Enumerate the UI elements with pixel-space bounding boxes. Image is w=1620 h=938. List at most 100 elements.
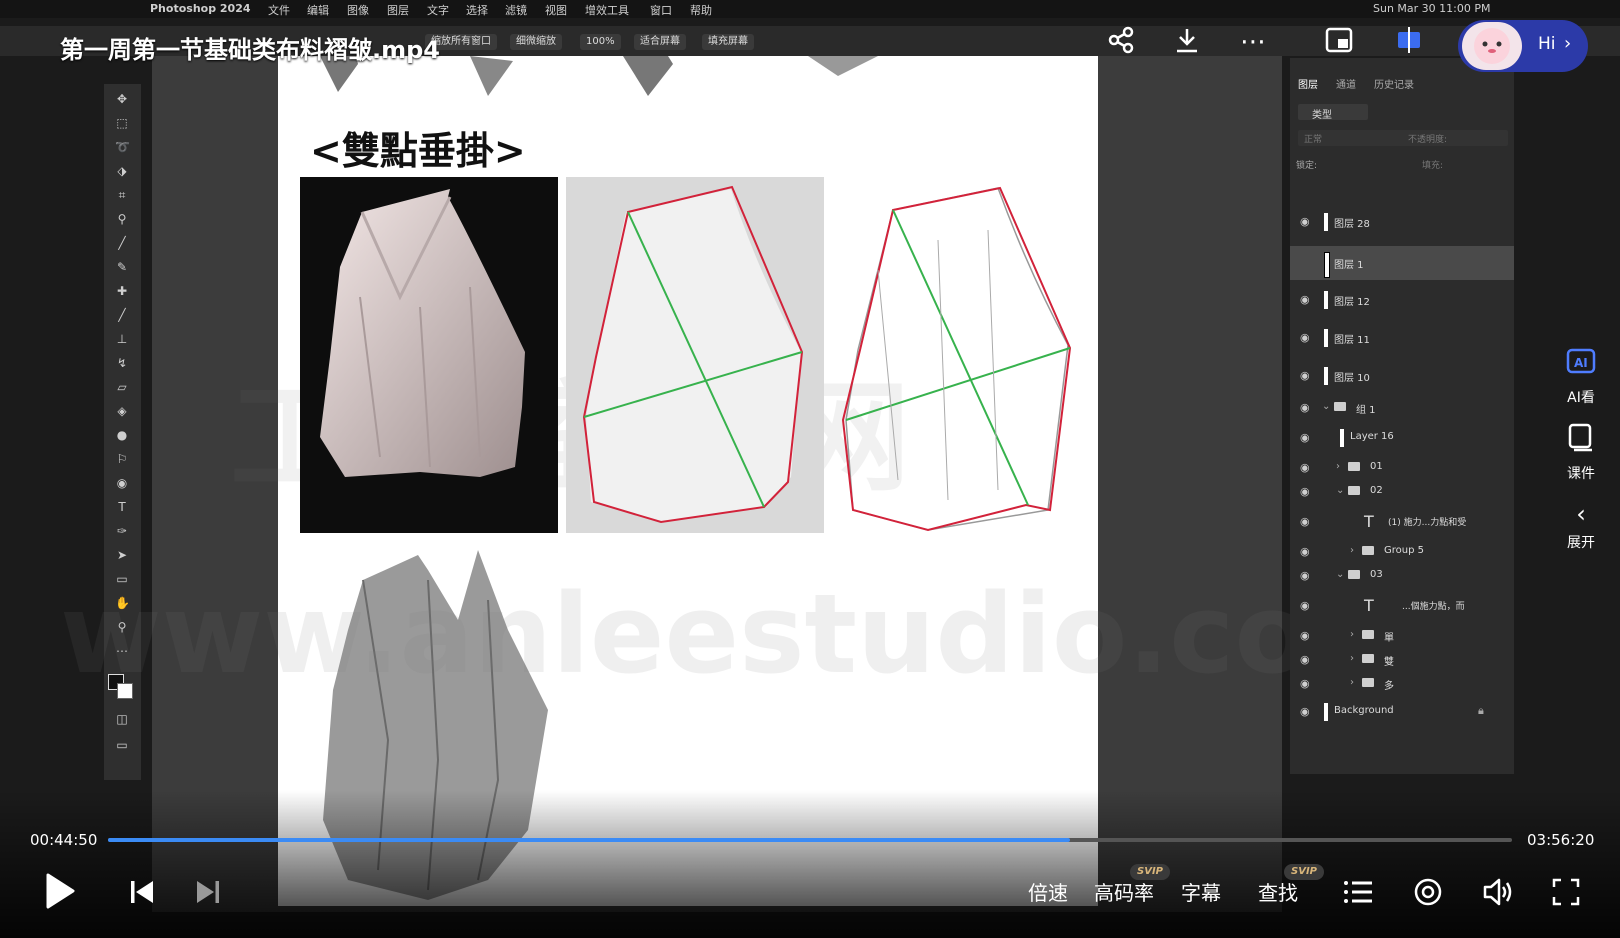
danmaku-icon[interactable] [1410,872,1446,912]
text-layer-row[interactable]: ◉ T ...個施力點，而 [1290,594,1514,618]
chevron-right-icon[interactable]: › [1350,629,1354,640]
menu-item: 滤镜 [505,4,527,17]
eye-icon[interactable]: ◉ [1300,569,1310,582]
app-name: Photoshop 2024 [150,2,251,15]
lock-label: 锁定: [1296,161,1318,171]
eye-icon[interactable]: ◉ [1300,431,1310,444]
side-ai-watch[interactable]: AI AI看 [1550,348,1612,407]
more-icon[interactable]: ⋯ [1236,26,1270,58]
chevron-left-icon: ‹ [1576,500,1586,528]
ai-watch-icon: AI [1550,348,1612,383]
eye-icon[interactable]: ◉ [1300,331,1310,344]
group-row[interactable]: ◉ › 雙 [1290,648,1514,672]
eye-icon[interactable]: ◉ [1300,677,1310,690]
search-button[interactable]: 查找 [1258,877,1298,906]
chevron-down-icon[interactable]: ⌄ [1336,569,1344,580]
eye-icon[interactable]: ◉ [1300,653,1310,666]
eyedropper-tool-icon: ⚲ [117,212,127,226]
layer-row[interactable]: ◉ 图层 11 [1290,326,1514,350]
group-row[interactable]: ◉ ⌄ 03 [1290,564,1514,588]
progress-fill [108,838,1070,842]
tab-layers[interactable]: 图层 [1298,76,1318,91]
ps-option: 适合屏幕 [634,34,686,50]
layer-filter[interactable]: 类型 [1298,104,1368,121]
chevron-right-icon[interactable]: › [1350,653,1354,664]
layer-row[interactable]: ◉ 图层 12 [1290,288,1514,312]
courseware-icon [1550,422,1612,459]
menu-item: 文件 [268,4,290,17]
group-row[interactable]: ◉ › 多 [1290,672,1514,696]
screen-record-icon[interactable] [1392,26,1426,58]
speed-button[interactable]: 倍速 [1028,877,1068,906]
tab-channels[interactable]: 通道 [1336,76,1356,91]
bitrate-button[interactable]: 高码率 [1094,877,1154,906]
eye-icon[interactable]: ◉ [1300,545,1310,558]
chevron-right-icon: › [1564,33,1572,54]
next-button[interactable] [192,872,224,912]
subtitle-button[interactable]: 字幕 [1181,877,1221,906]
eye-icon[interactable]: ◉ [1300,705,1310,718]
side-expand[interactable]: ‹ 展开 [1550,500,1612,552]
video-title: 第一周第一节基础类布料褶皱.mp4 [60,36,441,64]
layer-row[interactable]: ◉ 图层 28 [1290,210,1514,234]
share-icon[interactable] [1104,26,1138,58]
blend-mode-row: 正常 不透明度: [1298,130,1508,146]
eye-icon[interactable]: ◉ [1300,599,1310,612]
picture-in-picture-icon[interactable] [1322,26,1356,58]
chevron-right-icon[interactable]: › [1336,461,1340,472]
eraser-tool-icon: ▱ [117,380,127,394]
play-button[interactable] [42,872,78,912]
progress-bar[interactable] [108,838,1512,842]
layer-row[interactable]: ◉ Layer 16 [1290,426,1514,450]
fullscreen-icon[interactable] [1548,872,1584,912]
eye-icon[interactable]: ◉ [1300,515,1310,528]
eye-icon[interactable]: ◉ [1300,401,1310,414]
chevron-right-icon[interactable]: › [1350,545,1354,556]
chevron-down-icon[interactable]: ⌄ [1336,485,1344,496]
type-tool-icon: T [118,500,126,514]
blur-tool-icon: ● [116,428,128,442]
eye-icon[interactable]: ◉ [1300,215,1310,228]
download-icon[interactable] [1170,26,1204,58]
video-stage[interactable]: Photoshop 2024 文件 编辑 图像 图层 文字 选择 滤镜 视图 增… [0,0,1620,938]
pen-tool-icon: ◉ [116,476,128,490]
ai-assistant-button[interactable]: Hi › [1458,20,1588,72]
group-row[interactable]: ◉ › Group 5 [1290,540,1514,564]
assistant-label: Hi [1538,34,1556,54]
folder-icon [1334,402,1346,411]
eye-icon[interactable]: ◉ [1300,485,1310,498]
eye-icon[interactable]: ◉ [1300,629,1310,642]
tab-history[interactable]: 历史记录 [1374,76,1414,91]
group-row[interactable]: ◉ › 01 [1290,456,1514,480]
group-row[interactable]: ◉ ⌄ 组 1 [1290,396,1514,420]
layer-row-selected[interactable]: 图层 1 [1290,246,1514,280]
side-courseware[interactable]: 课件 [1550,422,1612,483]
previous-button[interactable] [126,872,158,912]
cloth-analysis-photo [566,177,824,533]
ps-option: 填充屏幕 [702,34,754,50]
folder-icon [1362,678,1374,687]
eye-icon[interactable]: ◉ [1300,293,1310,306]
blend-mode[interactable]: 正常 [1304,132,1322,145]
chevron-right-icon[interactable]: › [1350,677,1354,688]
lasso-tool-icon: ➰ [115,140,130,154]
playlist-icon[interactable] [1340,872,1376,912]
eye-icon[interactable]: ◉ [1300,461,1310,474]
select-tool-icon: ⬗ [117,164,127,178]
screen-mode-icon: ▭ [116,738,128,752]
crop-tool-icon: ⌗ [118,188,126,202]
menu-item: 编辑 [307,4,329,17]
pen2-tool-icon: ✑ [116,524,128,538]
menu-item: 图像 [347,4,369,17]
brush-tool-icon: ╱ [118,236,126,250]
group-row[interactable]: ◉ ⌄ 02 [1290,480,1514,504]
layer-row[interactable]: ◉ 图层 10 [1290,364,1514,388]
text-layer-row[interactable]: ◉ T (1) 施力...力點和受 [1290,510,1514,534]
group-row[interactable]: ◉ › 單 [1290,624,1514,648]
menu-item: 选择 [466,4,488,17]
layer-row[interactable]: ◉ Background 🔒︎ [1290,700,1514,724]
chevron-down-icon[interactable]: ⌄ [1322,401,1330,412]
heal-tool-icon: ✚ [116,284,128,298]
volume-icon[interactable] [1480,872,1516,912]
eye-icon[interactable]: ◉ [1300,369,1310,382]
